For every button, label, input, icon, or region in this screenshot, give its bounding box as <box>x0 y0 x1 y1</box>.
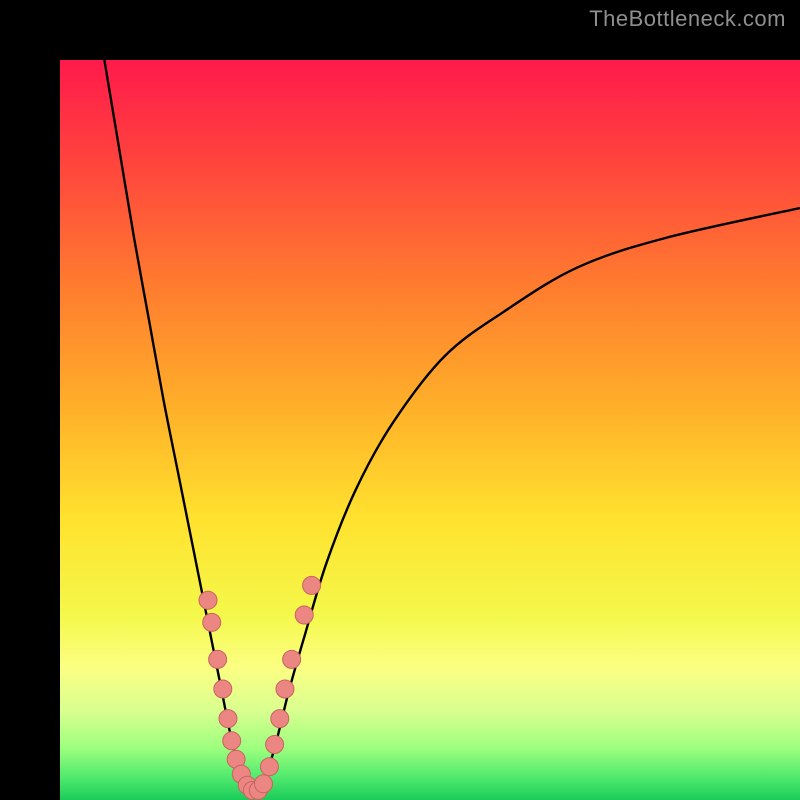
chart-frame <box>0 0 800 800</box>
curve-marker <box>203 613 221 631</box>
curve-marker <box>266 736 284 754</box>
curve-marker <box>223 732 241 750</box>
curve-marker <box>295 606 313 624</box>
curve-marker <box>260 758 278 776</box>
watermark-text: TheBottleneck.com <box>589 6 786 32</box>
curve-marker <box>303 576 321 594</box>
curve-marker <box>255 775 273 793</box>
curve-marker <box>271 710 289 728</box>
curve-marker <box>276 680 294 698</box>
curve-marker <box>209 650 227 668</box>
curve-marker <box>214 680 232 698</box>
chart-background <box>60 60 800 800</box>
curve-marker <box>283 650 301 668</box>
curve-marker <box>219 710 237 728</box>
curve-marker <box>199 591 217 609</box>
chart-plot-area <box>60 60 800 800</box>
chart-svg <box>60 60 800 800</box>
